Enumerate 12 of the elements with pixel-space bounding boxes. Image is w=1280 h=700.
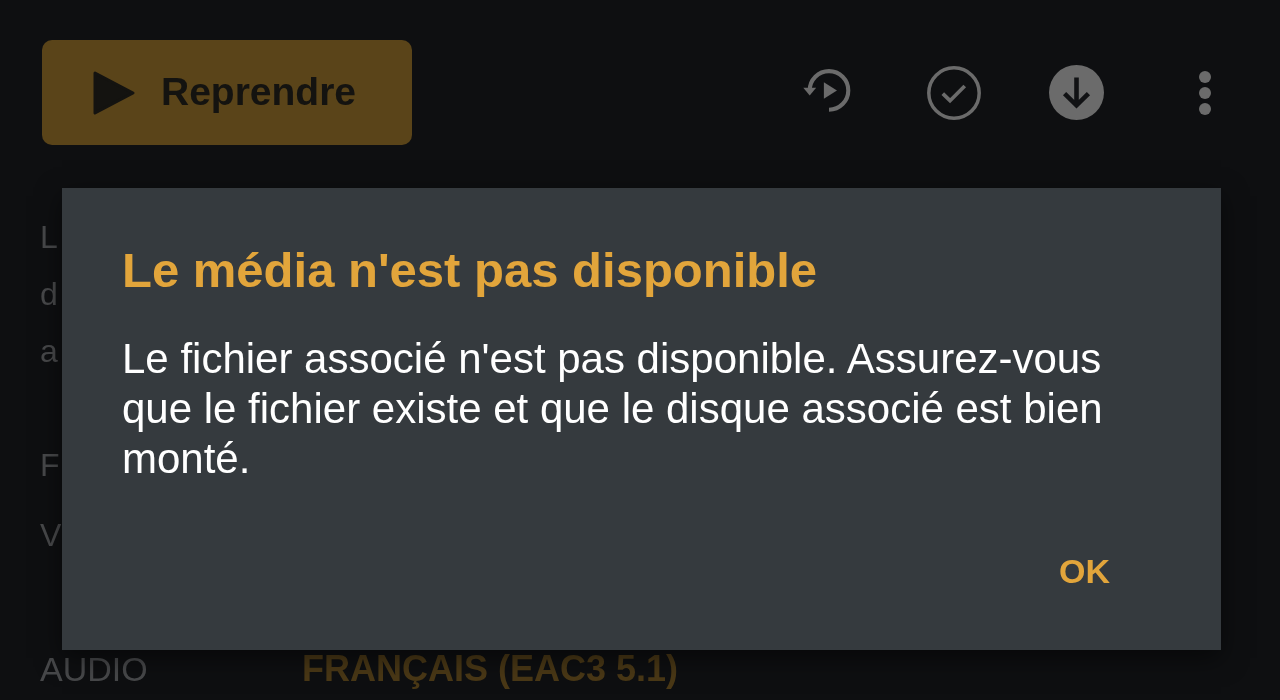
overview-text-fragment: d — [40, 275, 58, 314]
dialog-message: Le fichier associé n'est pas disponible. Assurez-vous que le fichier existe et que le disque associé est bien monté. — [122, 334, 1104, 484]
dialog-title: Le média n'est pas disponible — [122, 242, 818, 298]
check-circle-icon[interactable] — [926, 64, 982, 121]
more-options-icon[interactable] — [1198, 69, 1212, 116]
audio-track-value: FRANÇAIS (EAC3 5.1) — [302, 651, 679, 687]
detail-label: AUDIO — [40, 650, 148, 688]
overview-text-fragment: a — [40, 332, 58, 371]
play-icon — [92, 69, 136, 116]
ok-button[interactable]: OK — [1043, 545, 1126, 597]
detail-label: V — [40, 517, 62, 553]
download-icon[interactable] — [1049, 65, 1104, 120]
